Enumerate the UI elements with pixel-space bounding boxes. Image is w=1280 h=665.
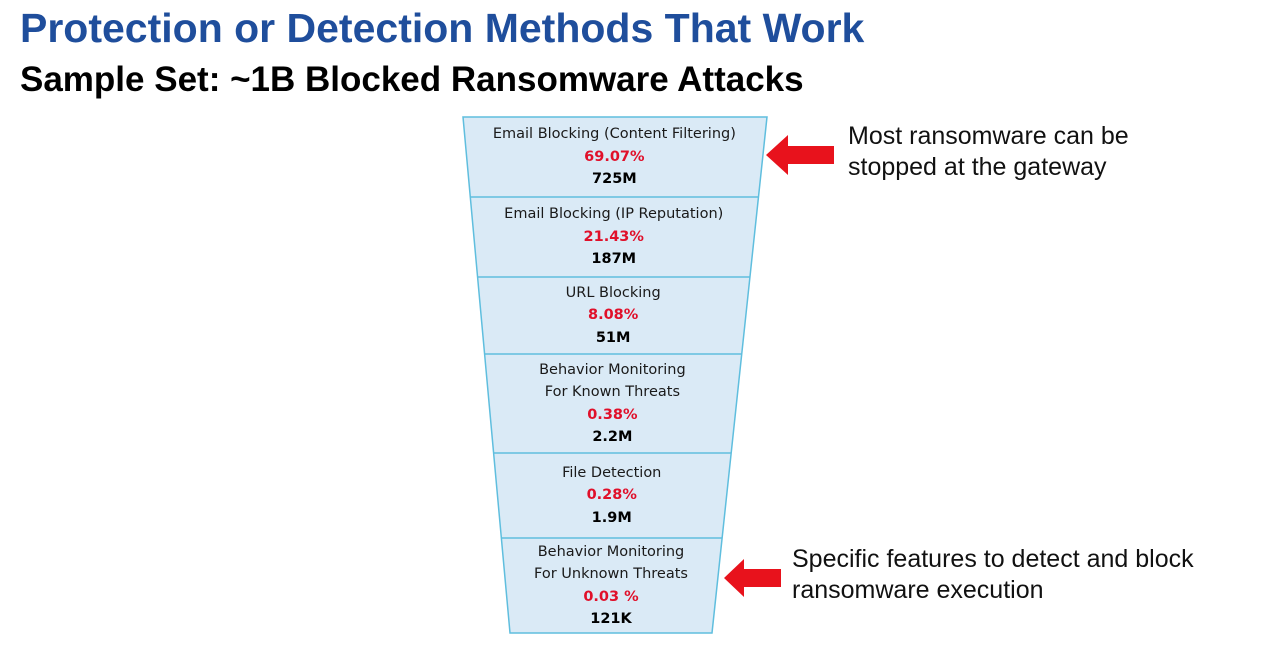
funnel-stage: Behavior Monitoring For Unknown Threats 0.…	[510, 541, 712, 631]
funnel-stage: Email Blocking (IP Reputation) 21.43% 187M	[478, 203, 750, 271]
stage-label: For Unknown Threats	[534, 566, 688, 582]
stage-label: Behavior Monitoring	[539, 361, 686, 378]
annotation-execution: Specific features to detect and block ra…	[792, 544, 1194, 606]
funnel-stage: Behavior Monitoring For Known Threats 0.38…	[494, 359, 732, 449]
stage-label: Email Blocking (IP Reputation)	[504, 206, 724, 223]
stage-label: Email Blocking (Content Filtering)	[492, 126, 736, 143]
stage-percent: 8.08%	[587, 307, 639, 324]
annotation-gateway: Most ransomware can be stopped at the ga…	[848, 121, 1129, 183]
left-arrow-icon	[766, 135, 834, 175]
stage-count: 51M	[595, 329, 631, 346]
stage-count: 1.9M	[591, 509, 632, 526]
annotation-line: stopped at the gateway	[848, 153, 1107, 181]
funnel-stage: File Detection 0.28% 1.9M	[501, 462, 722, 530]
stage-label: Behavior Monitoring	[537, 543, 685, 560]
stage-percent: 0.38%	[587, 406, 638, 423]
stage-count: 187M	[591, 251, 637, 268]
funnel-stage: Email Blocking (Content Filtering) 69.07%…	[470, 123, 758, 191]
stage-label: For Known Threats	[544, 384, 680, 400]
left-arrow-icon	[724, 559, 781, 597]
stage-percent: 69.07%	[584, 148, 645, 165]
annotation-line: ransomware execution	[792, 576, 1044, 604]
stage-label: URL Blocking	[565, 284, 661, 301]
annotation-line: Specific features to detect and block	[792, 545, 1194, 573]
stage-percent: 0.28%	[586, 487, 637, 504]
annotation-line: Most ransomware can be	[848, 122, 1129, 150]
funnel-stage: URL Blocking 8.08% 51M	[485, 282, 742, 350]
stage-label: File Detection	[562, 464, 662, 481]
stage-count: 121K	[590, 611, 632, 627]
stage-count: 2.2M	[592, 429, 633, 445]
stage-count: 725M	[592, 171, 637, 188]
stage-percent: 21.43%	[583, 228, 644, 245]
stage-percent: 0.03 %	[583, 588, 639, 605]
